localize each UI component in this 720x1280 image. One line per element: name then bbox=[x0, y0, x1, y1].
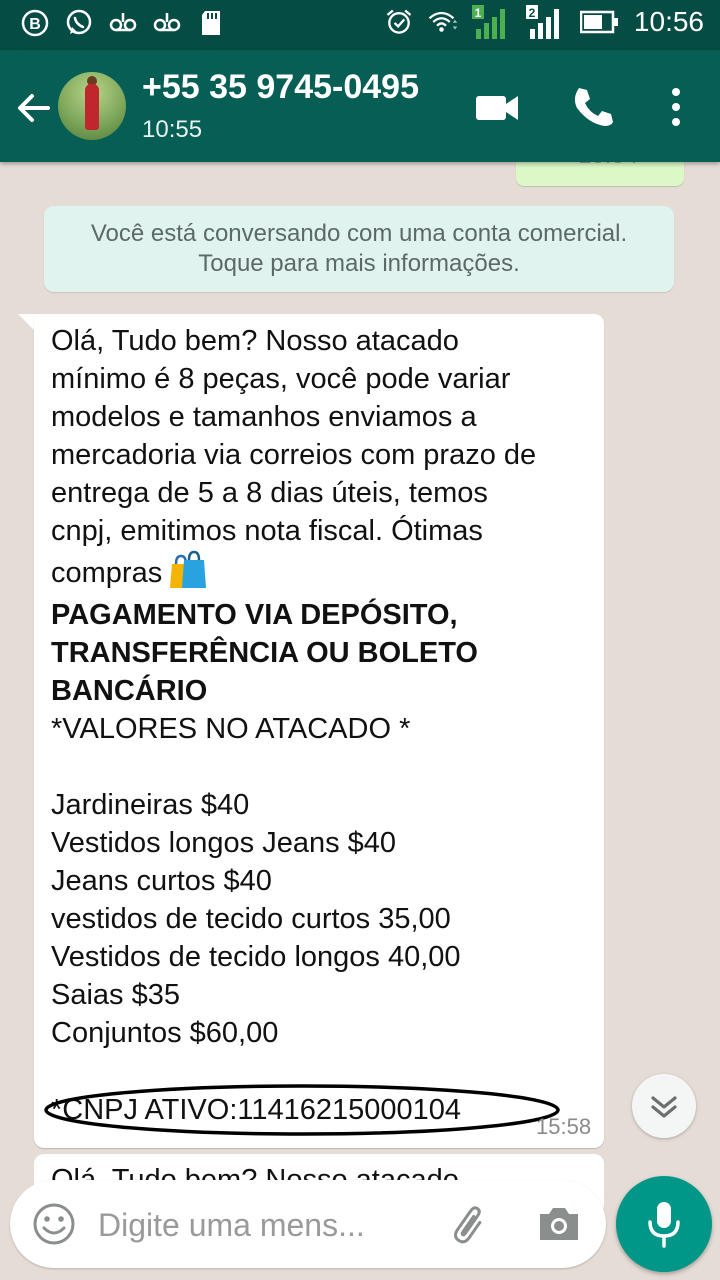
message-line: modelos e tamanhos enviamos a bbox=[51, 401, 477, 433]
business-account-notice[interactable]: Você está conversando com uma conta come… bbox=[44, 206, 674, 292]
incoming-message-bubble[interactable]: Olá, Tudo bem? Nosso atacado mínimo é 8 … bbox=[34, 314, 604, 1148]
contact-name[interactable]: +55 35 9745-0495 bbox=[142, 68, 419, 107]
last-seen: 10:55 bbox=[142, 116, 203, 143]
back-arrow-icon[interactable] bbox=[14, 88, 54, 128]
svg-text:B: B bbox=[29, 16, 41, 33]
prices-header: *VALORES NO ATACADO * bbox=[51, 713, 411, 745]
voice-message-button[interactable] bbox=[616, 1176, 712, 1272]
message-composer[interactable] bbox=[10, 1180, 606, 1268]
shopping-bags-icon bbox=[168, 550, 208, 590]
status-bar: B 1 2 10:56 bbox=[0, 0, 720, 50]
signal-icon: 1 bbox=[471, 5, 512, 39]
sd-card-icon bbox=[196, 8, 226, 38]
voicemail-icon bbox=[152, 8, 182, 38]
battery-icon bbox=[579, 7, 620, 37]
b-icon: B bbox=[20, 8, 50, 38]
microphone-icon bbox=[646, 1200, 682, 1248]
message-line: mercadoria via correios com prazo de bbox=[51, 439, 537, 471]
more-options-icon[interactable] bbox=[666, 86, 686, 128]
message-line: cnpj, emitimos nota fiscal. Ótimas bbox=[51, 515, 483, 547]
system-icons: 1 2 10:56 bbox=[384, 5, 704, 39]
message-time: 15:54 bbox=[578, 162, 638, 170]
wifi-icon bbox=[428, 7, 458, 37]
phone-icon[interactable] bbox=[570, 84, 614, 128]
price-item: Conjuntos $60,00 bbox=[51, 1017, 279, 1049]
message-line: compras bbox=[51, 550, 599, 596]
double-chevron-down-icon bbox=[651, 1096, 677, 1118]
whatsapp-icon bbox=[64, 8, 94, 38]
price-item: Jardineiras $40 bbox=[51, 789, 250, 821]
message-input[interactable] bbox=[96, 1204, 420, 1246]
sim1-badge: 1 bbox=[475, 6, 482, 20]
emoji-icon[interactable] bbox=[32, 1202, 76, 1246]
price-item: Jeans curtos $40 bbox=[51, 865, 272, 897]
alarm-icon bbox=[384, 7, 414, 37]
payment-line: BANCÁRIO bbox=[51, 675, 208, 707]
message-closing: compras bbox=[51, 557, 163, 589]
clock: 10:56 bbox=[633, 6, 704, 37]
notice-subtext: Toque para mais informações. bbox=[198, 250, 520, 277]
message-line: Olá, Tudo bem? Nosso atacado bbox=[51, 325, 459, 357]
price-item: Saias $35 bbox=[51, 979, 180, 1011]
price-item: Vestidos longos Jeans $40 bbox=[51, 827, 397, 859]
signal-icon: 2 bbox=[525, 5, 566, 39]
price-item: vestidos de tecido curtos 35,00 bbox=[51, 903, 451, 935]
voicemail-icon bbox=[108, 8, 138, 38]
previous-message-bubble[interactable]: 15:54 bbox=[516, 162, 684, 186]
chat-area[interactable]: 15:54 Você está conversando com uma cont… bbox=[0, 162, 720, 1280]
price-item: Vestidos de tecido longos 40,00 bbox=[51, 941, 461, 973]
camera-icon[interactable] bbox=[536, 1204, 582, 1244]
sim2-badge: 2 bbox=[529, 6, 536, 20]
avatar[interactable] bbox=[58, 72, 126, 140]
scroll-to-bottom-button[interactable] bbox=[632, 1074, 696, 1138]
message-line: entrega de 5 a 8 dias úteis, temos bbox=[51, 477, 488, 509]
chat-header: +55 35 9745-0495 10:55 bbox=[0, 50, 720, 162]
attach-icon[interactable] bbox=[450, 1202, 492, 1246]
notification-icons: B bbox=[20, 8, 226, 38]
message-time: 15:58 bbox=[536, 1114, 592, 1139]
notice-text: Você está conversando com uma conta come… bbox=[90, 220, 628, 247]
message-text: Olá, Tudo bem? Nosso atacado mínimo é 8 … bbox=[51, 322, 599, 1052]
payment-line: TRANSFERÊNCIA OU BOLETO bbox=[51, 637, 478, 669]
payment-line: PAGAMENTO VIA DEPÓSITO, bbox=[51, 599, 458, 631]
message-line: mínimo é 8 peças, você pode variar bbox=[51, 363, 511, 395]
hand-drawn-ellipse bbox=[44, 1084, 560, 1136]
video-call-icon[interactable] bbox=[474, 90, 520, 126]
